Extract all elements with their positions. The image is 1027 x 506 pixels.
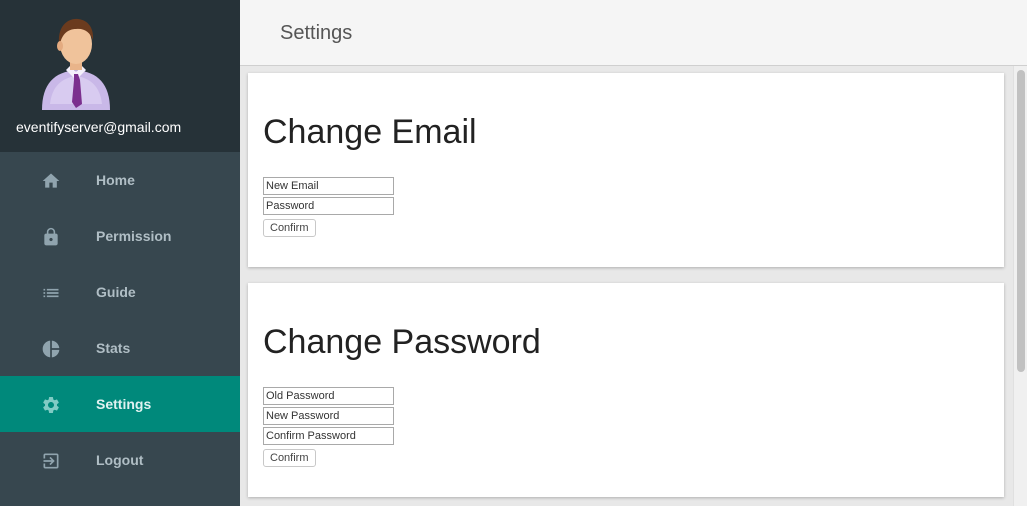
page-header: Settings <box>240 0 1027 66</box>
sidebar-item-permission[interactable]: Permission <box>0 208 240 264</box>
page-title: Settings <box>280 22 353 44</box>
sidebar-item-stats[interactable]: Stats <box>0 320 240 376</box>
profile-section: eventifyserver@gmail.com <box>0 0 240 152</box>
sidebar-item-logout[interactable]: Logout <box>0 432 240 488</box>
sidebar-item-label: Settings <box>96 396 152 412</box>
sidebar-item-label: Logout <box>96 452 144 468</box>
sidebar-item-label: Guide <box>96 284 136 300</box>
confirm-email-button[interactable]: Confirm <box>263 219 316 237</box>
logout-icon <box>40 450 62 472</box>
old-password-field[interactable] <box>263 387 394 405</box>
main-content: Settings Change Email Confirm Change Pas… <box>240 0 1027 506</box>
sidebar: eventifyserver@gmail.com Home Permission… <box>0 0 240 506</box>
sidebar-item-label: Permission <box>96 228 172 244</box>
list-icon <box>40 282 62 304</box>
new-email-field[interactable] <box>263 177 394 195</box>
password-field[interactable] <box>263 197 394 215</box>
scrollbar-thumb[interactable] <box>1017 70 1025 372</box>
confirm-password-button[interactable]: Confirm <box>263 449 316 467</box>
confirm-password-field[interactable] <box>263 427 394 445</box>
vertical-scrollbar[interactable] <box>1013 66 1027 506</box>
sidebar-item-label: Home <box>96 172 135 188</box>
home-icon <box>40 170 62 192</box>
change-email-title: Change Email <box>263 113 477 151</box>
change-password-title: Change Password <box>263 323 541 361</box>
new-password-field[interactable] <box>263 407 394 425</box>
sidebar-item-guide[interactable]: Guide <box>0 264 240 320</box>
avatar <box>42 18 110 110</box>
gear-icon <box>40 394 62 416</box>
lock-icon <box>40 226 62 248</box>
sidebar-item-label: Stats <box>96 340 131 356</box>
sidebar-item-home[interactable]: Home <box>0 152 240 208</box>
pie-chart-icon <box>40 338 62 360</box>
user-email: eventifyserver@gmail.com <box>16 119 182 135</box>
sidebar-item-settings[interactable]: Settings <box>0 376 240 432</box>
change-password-card: Change Password Confirm <box>248 283 1004 497</box>
change-email-card: Change Email Confirm <box>248 73 1004 267</box>
